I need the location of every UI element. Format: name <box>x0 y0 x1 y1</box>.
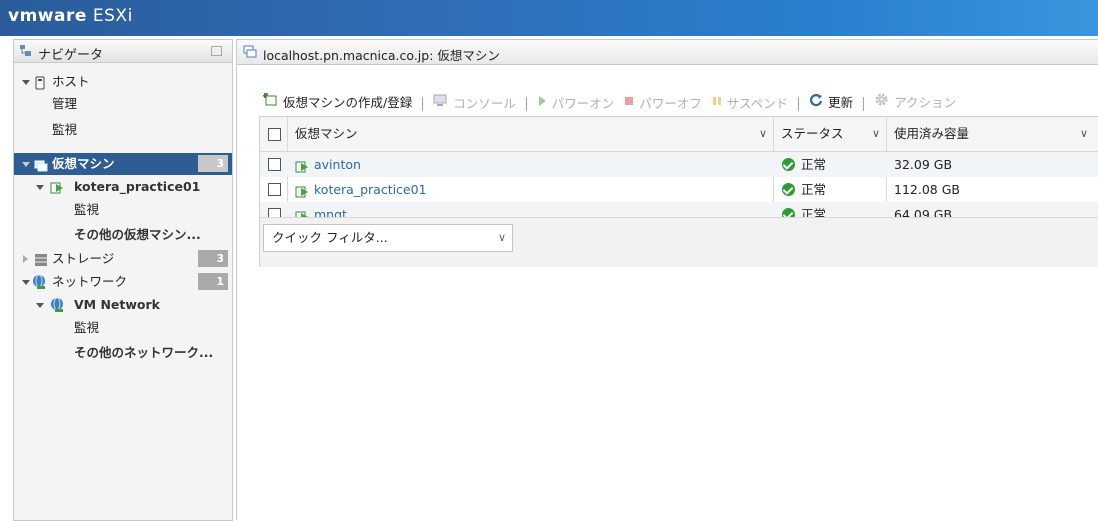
main-panel: localhost.pn.macnica.co.jp: 仮想マシン 仮想マシンの… <box>236 39 1098 520</box>
console-icon <box>433 94 448 110</box>
nav-vm-label: kotera_practice01 <box>74 179 201 194</box>
table-footer: クイック フィルタ... ∨ <box>260 217 1098 267</box>
gear-icon <box>874 92 889 110</box>
toolbar-separator <box>525 96 527 111</box>
collapse-panel-icon[interactable] <box>211 46 222 56</box>
nav-vm-monitor[interactable]: 監視 <box>74 199 99 221</box>
refresh-button[interactable]: 更新 <box>809 91 853 113</box>
table-header: 仮想マシン ∨ ステータス ∨ 使用済み容量 ∨ <box>260 117 1098 152</box>
nav-vm-item[interactable]: kotera_practice01 <box>14 176 232 198</box>
create-vm-button[interactable]: 仮想マシンの作成/登録 <box>263 91 412 113</box>
table-row[interactable]: avinton 正常 32.09 GB <box>260 152 1098 177</box>
toolbar-separator <box>798 96 800 111</box>
brand-product: ESXi <box>92 6 133 26</box>
nav-storage-label: ストレージ <box>52 251 115 266</box>
power-off-label: パワーオフ <box>639 96 702 111</box>
check-circle-icon <box>782 158 795 171</box>
vm-status: 正常 <box>801 182 827 197</box>
vm-running-icon <box>50 180 65 202</box>
console-label: コンソール <box>453 95 516 111</box>
nav-network[interactable]: ネットワーク 1 <box>14 271 232 293</box>
table-row[interactable]: kotera_practice01 正常 112.08 GB <box>260 177 1098 202</box>
nav-host-manage[interactable]: 管理 <box>52 93 77 115</box>
vm-used-space: 112.08 GB <box>894 182 960 197</box>
brand-logo: vmware ESXi <box>8 6 133 26</box>
vms-count-badge: 3 <box>198 155 228 172</box>
nav-storage[interactable]: ストレージ 3 <box>14 248 232 270</box>
navigator-title: ナビゲータ <box>38 48 104 63</box>
brand-name: vmware <box>8 6 87 26</box>
power-on-button[interactable]: パワーオン <box>537 92 615 114</box>
header-used-space[interactable]: 使用済み容量 ∨ <box>894 117 1094 151</box>
network-count-badge: 1 <box>198 273 228 290</box>
pause-icon <box>712 95 722 110</box>
expand-storage-icon[interactable] <box>23 255 28 263</box>
expand-vm-network-icon[interactable] <box>36 303 44 308</box>
nav-vm-network-label: VM Network <box>74 297 160 312</box>
vms-header-icon <box>243 45 257 61</box>
vm-used-space: 32.09 GB <box>894 157 953 172</box>
chevron-down-icon[interactable]: ∨ <box>759 117 767 151</box>
vm-status: 正常 <box>801 157 827 172</box>
header-status[interactable]: ステータス ∨ <box>781 117 886 151</box>
create-vm-label: 仮想マシンの作成/登録 <box>283 95 413 110</box>
select-all-checkbox[interactable] <box>268 128 281 141</box>
power-off-button[interactable]: パワーオフ <box>624 92 702 114</box>
play-icon <box>537 95 547 110</box>
vm-name-link[interactable]: kotera_practice01 <box>314 177 427 202</box>
toolbar-separator <box>863 96 865 111</box>
create-vm-icon <box>263 92 278 110</box>
nav-more-networks[interactable]: その他のネットワーク... <box>74 342 213 364</box>
header-used-space-label: 使用済み容量 <box>894 126 970 141</box>
vm-table: 仮想マシン ∨ ステータス ∨ 使用済み容量 ∨ avinton 正常 32.0… <box>259 116 1098 267</box>
suspend-label: サスペンド <box>726 96 789 111</box>
expand-vm-icon[interactable] <box>36 185 44 190</box>
expand-vms-icon[interactable] <box>22 162 30 167</box>
nav-network-label: ネットワーク <box>52 274 128 289</box>
console-button[interactable]: コンソール <box>433 91 516 113</box>
nav-host-label: ホスト <box>52 74 90 89</box>
power-on-label: パワーオン <box>551 96 615 111</box>
chevron-down-icon[interactable]: ∨ <box>498 225 506 251</box>
toolbar: 仮想マシンの作成/登録 コンソール パワーオン パワーオフ サスペンド 更新 ア… <box>263 90 966 112</box>
header-vm-name-label: 仮想マシン <box>295 126 358 141</box>
vm-network-icon <box>50 297 66 320</box>
check-circle-icon <box>782 183 795 196</box>
nav-vms-label: 仮想マシン <box>52 156 115 171</box>
actions-label: アクション <box>894 94 957 110</box>
navigator-panel: ナビゲータ ホスト 管理 監視 仮想マシン 3 kotera_practice0… <box>13 39 233 521</box>
nav-host-monitor[interactable]: 監視 <box>52 119 77 141</box>
storage-count-badge: 3 <box>198 250 228 267</box>
actions-button[interactable]: アクション <box>874 90 956 112</box>
navigator-icon <box>19 44 33 61</box>
row-checkbox[interactable] <box>268 158 281 171</box>
stop-icon <box>624 95 634 110</box>
nav-vm-network[interactable]: VM Network <box>14 294 232 316</box>
refresh-icon <box>809 93 823 110</box>
nav-virtual-machines[interactable]: 仮想マシン 3 <box>14 153 232 175</box>
nav-host[interactable]: ホスト <box>14 71 232 93</box>
navigator-header: ナビゲータ <box>14 40 232 63</box>
top-bar: vmware ESXi <box>0 0 1098 36</box>
chevron-down-icon[interactable]: ∨ <box>872 117 880 151</box>
suspend-button[interactable]: サスペンド <box>712 92 788 114</box>
row-checkbox[interactable] <box>268 183 281 196</box>
nav-network-monitor[interactable]: 監視 <box>74 317 99 339</box>
vm-name-link[interactable]: avinton <box>314 152 361 177</box>
quick-filter-dropdown[interactable]: クイック フィルタ... ∨ <box>263 224 513 252</box>
main-header: localhost.pn.macnica.co.jp: 仮想マシン <box>237 40 1098 65</box>
toolbar-separator <box>422 96 424 111</box>
quick-filter-label: クイック フィルタ... <box>272 230 388 245</box>
refresh-label: 更新 <box>828 95 854 110</box>
expand-network-icon[interactable] <box>22 280 30 285</box>
header-vm-name[interactable]: 仮想マシン ∨ <box>295 117 773 151</box>
host-icon <box>34 75 46 97</box>
expand-host-icon[interactable] <box>22 80 30 85</box>
chevron-down-icon[interactable]: ∨ <box>1080 117 1088 151</box>
nav-more-vms[interactable]: その他の仮想マシン... <box>74 224 201 246</box>
header-status-label: ステータス <box>781 126 844 141</box>
page-title: localhost.pn.macnica.co.jp: 仮想マシン <box>263 48 500 63</box>
